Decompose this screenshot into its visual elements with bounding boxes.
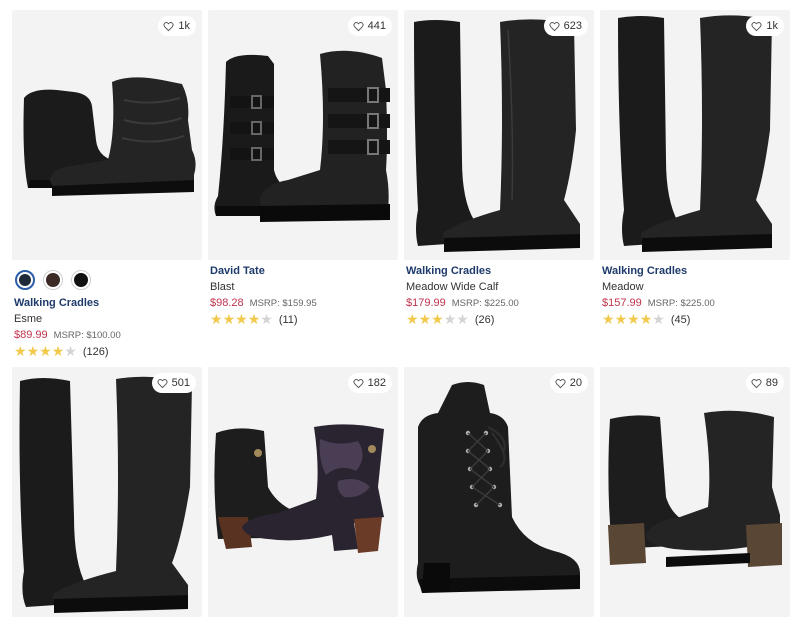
product-brand[interactable]: Walking Cradles xyxy=(406,265,594,277)
favorite-count: 1k xyxy=(766,20,778,32)
star-icon: ★ xyxy=(431,311,444,327)
product-price: $98.28 xyxy=(210,297,244,309)
product-card[interactable]: 1k Walking Cradles Esme $89.99 MSRP: $10… xyxy=(12,10,202,359)
star-icon: ★ xyxy=(406,311,419,327)
color-swatch[interactable] xyxy=(43,270,63,290)
product-name[interactable]: Blast xyxy=(210,281,398,293)
star-icon: ★ xyxy=(247,311,261,327)
product-rating[interactable]: ★★★★★ (45) xyxy=(602,312,790,327)
star-icon: ★ xyxy=(260,311,273,327)
product-name[interactable]: Meadow Wide Calf xyxy=(406,281,594,293)
product-rating[interactable]: ★★★★★ (26) xyxy=(406,312,594,327)
product-card[interactable]: 1k Walking Cradles Meadow $157.99 MSRP: … xyxy=(600,10,790,327)
review-count: (126) xyxy=(82,345,109,358)
star-icon: ★ xyxy=(418,311,432,327)
star-icon: ★ xyxy=(602,311,615,327)
product-name[interactable]: Meadow xyxy=(602,281,790,293)
product-price: $89.99 xyxy=(14,329,48,341)
star-icon: ★ xyxy=(627,311,640,327)
color-swatch[interactable] xyxy=(15,270,35,290)
heart-outline-icon xyxy=(157,378,168,388)
color-swatch[interactable] xyxy=(71,270,91,290)
star-icon: ★ xyxy=(26,343,40,359)
product-msrp: MSRP: $225.00 xyxy=(451,298,519,309)
heart-outline-icon xyxy=(163,21,174,31)
favorite-count: 20 xyxy=(569,377,582,389)
product-msrp: MSRP: $159.95 xyxy=(249,298,317,309)
product-image[interactable]: 441 xyxy=(208,10,398,260)
star-icon: ★ xyxy=(51,343,65,359)
favorite-button[interactable]: 441 xyxy=(347,16,392,36)
product-image[interactable]: 623 xyxy=(404,10,594,260)
product-card[interactable]: 20 xyxy=(404,367,594,617)
product-image[interactable]: 501 xyxy=(12,367,202,617)
star-icon: ★ xyxy=(39,343,52,359)
review-count: (26) xyxy=(474,313,495,326)
favorite-button[interactable]: 182 xyxy=(347,373,392,393)
heart-outline-icon xyxy=(751,21,762,31)
product-card[interactable]: 182 xyxy=(208,367,398,617)
star-icon: ★ xyxy=(210,311,223,327)
heart-outline-icon xyxy=(549,21,560,31)
favorite-button[interactable]: 1k xyxy=(746,16,784,36)
favorite-count: 1k xyxy=(178,20,190,32)
favorite-button[interactable]: 1k xyxy=(158,16,196,36)
product-msrp: MSRP: $100.00 xyxy=(53,330,121,341)
ankle-bootie-image xyxy=(23,77,196,196)
product-brand[interactable]: Walking Cradles xyxy=(14,297,202,309)
product-image[interactable]: 89 xyxy=(600,367,790,617)
tall-riding-boot-image xyxy=(414,19,580,252)
product-card[interactable]: 441 David Tate Blast $98.28 MSRP: $159.9… xyxy=(208,10,398,327)
product-brand[interactable]: Walking Cradles xyxy=(602,265,790,277)
block-heel-ankle-boot-image xyxy=(608,410,782,567)
product-price: $179.99 xyxy=(406,297,446,309)
floral-heeled-bootie-image xyxy=(214,424,384,553)
lace-up-combat-boot-image xyxy=(416,382,580,593)
product-msrp: MSRP: $225.00 xyxy=(647,298,715,309)
product-card[interactable]: 501 xyxy=(12,367,202,617)
star-icon: ★ xyxy=(222,311,236,327)
favorite-button[interactable]: 623 xyxy=(543,16,588,36)
product-image[interactable]: 1k xyxy=(12,10,202,260)
star-icon: ★ xyxy=(639,311,653,327)
product-card[interactable]: 623 Walking Cradles Meadow Wide Calf $17… xyxy=(404,10,594,327)
favorite-count: 501 xyxy=(171,377,190,389)
star-icon: ★ xyxy=(443,311,457,327)
star-icon: ★ xyxy=(614,311,628,327)
heart-outline-icon xyxy=(751,378,762,388)
product-price: $157.99 xyxy=(602,297,642,309)
product-image[interactable]: 20 xyxy=(404,367,594,617)
color-swatches xyxy=(15,270,202,292)
product-rating[interactable]: ★★★★★ (126) xyxy=(14,344,202,359)
favorite-count: 89 xyxy=(765,377,778,389)
product-card[interactable]: 89 xyxy=(600,367,790,617)
favorite-button[interactable]: 501 xyxy=(151,373,196,393)
star-icon: ★ xyxy=(14,343,27,359)
favorite-count: 623 xyxy=(563,20,582,32)
tall-riding-boot-image xyxy=(19,376,192,613)
favorite-count: 441 xyxy=(367,20,386,32)
heart-outline-icon xyxy=(353,21,364,31)
star-icon: ★ xyxy=(235,311,248,327)
favorite-button[interactable]: 89 xyxy=(745,373,784,393)
favorite-button[interactable]: 20 xyxy=(549,373,588,393)
product-name[interactable]: Esme xyxy=(14,313,202,325)
star-icon: ★ xyxy=(456,311,469,327)
favorite-count: 182 xyxy=(367,377,386,389)
heart-outline-icon xyxy=(555,378,566,388)
product-image[interactable]: 1k xyxy=(600,10,790,260)
review-count: (45) xyxy=(670,313,691,326)
heart-outline-icon xyxy=(353,378,364,388)
product-rating[interactable]: ★★★★★ (11) xyxy=(210,312,398,327)
review-count: (11) xyxy=(278,313,298,326)
star-icon: ★ xyxy=(64,343,77,359)
star-icon: ★ xyxy=(652,311,665,327)
tall-riding-boot-image xyxy=(618,15,772,252)
buckle-moto-boot-image xyxy=(214,50,390,222)
product-image[interactable]: 182 xyxy=(208,367,398,617)
product-brand[interactable]: David Tate xyxy=(210,265,398,277)
